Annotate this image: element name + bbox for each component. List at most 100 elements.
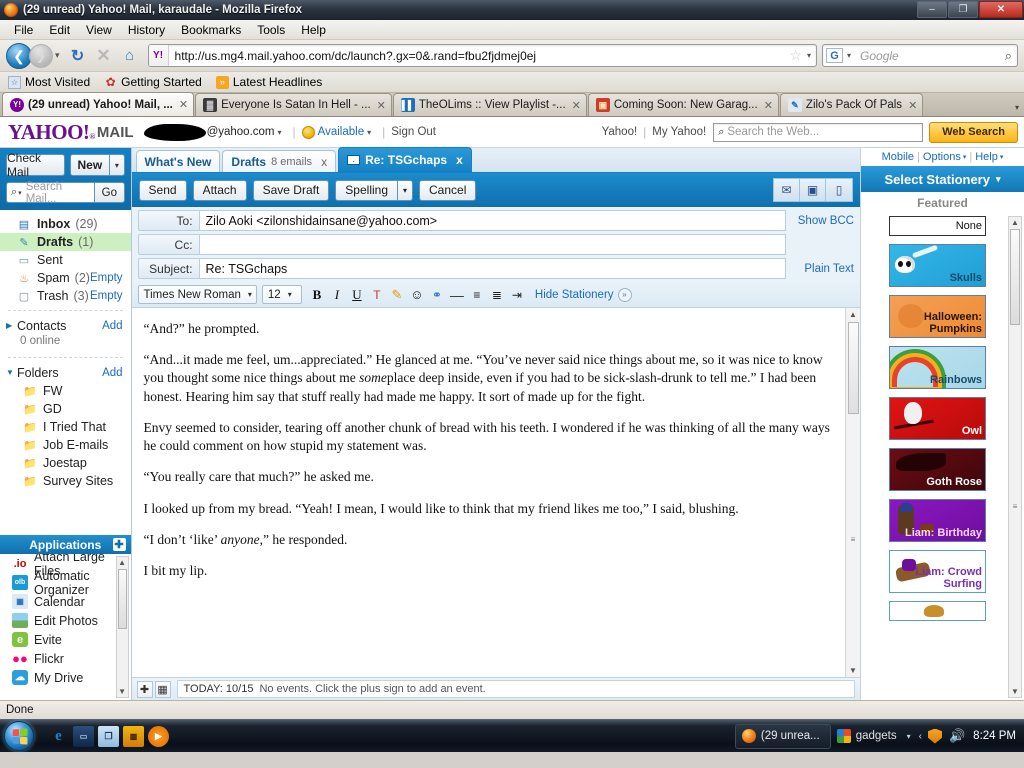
maximize-button[interactable]: ❐ bbox=[948, 1, 978, 18]
sidebar-item-sent[interactable]: ▭ Sent bbox=[0, 251, 131, 269]
chevron-down-icon[interactable]: ▾ bbox=[963, 153, 967, 161]
add-folder-link[interactable]: Add bbox=[102, 367, 122, 379]
sidebar-item-joestap[interactable]: 📁 Joestap bbox=[0, 454, 131, 472]
tab-close-icon[interactable]: x bbox=[321, 155, 327, 169]
taskbar-window-firefox[interactable]: (29 unrea... bbox=[734, 723, 831, 749]
search-engine-caret[interactable]: ▾ bbox=[844, 51, 856, 60]
tab-close-icon[interactable]: ✕ bbox=[572, 99, 581, 112]
app-item-evite[interactable]: e Evite bbox=[0, 630, 131, 649]
browser-search-bar[interactable]: G ▾ Google ⌕ bbox=[822, 44, 1018, 67]
to-input[interactable]: Zilo Aoki <zilonshidainsane@yahoo.com> bbox=[199, 210, 786, 231]
cancel-button[interactable]: Cancel bbox=[419, 179, 477, 201]
stationery-item-liam-crowd-surfing[interactable]: Liam: Crowd Surfing bbox=[889, 550, 986, 593]
browser-tab-coming-soon-garage[interactable]: ▣ Coming Soon: New Garag... ✕ bbox=[587, 93, 779, 116]
stationery-item-liam-birthday[interactable]: Liam: Birthday bbox=[889, 499, 986, 542]
scroll-up-icon[interactable]: ▲ bbox=[1011, 217, 1019, 228]
hide-stationery-button[interactable]: Hide Stationery » bbox=[535, 287, 632, 302]
mobile-text-icon[interactable]: ▯ bbox=[826, 179, 852, 201]
add-application-icon[interactable]: ✚ bbox=[112, 538, 126, 551]
attach-button[interactable]: Attach bbox=[192, 179, 247, 201]
browser-tab-zilos-pack-of-pals[interactable]: ✎ Zilo's Pack Of Pals ✕ bbox=[779, 93, 924, 116]
chevron-down-icon[interactable]: ▾ bbox=[1000, 153, 1004, 161]
indent-icon[interactable]: ⇥ bbox=[507, 285, 527, 305]
sidebar-section-contacts[interactable]: ▶ Contacts Add bbox=[0, 316, 131, 335]
browser-tab-theolims-playlist[interactable]: ▌▌ TheOLims :: View Playlist -... ✕ bbox=[392, 93, 587, 116]
menu-bookmarks[interactable]: Bookmarks bbox=[173, 22, 249, 38]
italic-button[interactable]: I bbox=[327, 285, 347, 305]
sidebar-item-job-emails[interactable]: 📁 Job E-mails bbox=[0, 436, 131, 454]
sidebar-section-folders[interactable]: ▼ Folders Add bbox=[0, 363, 131, 382]
emoticon-icon[interactable]: ☺ bbox=[407, 285, 427, 305]
bookmark-most-visited[interactable]: ☆ Most Visited bbox=[8, 75, 90, 89]
app-item-edit-photos[interactable]: Edit Photos bbox=[0, 611, 131, 630]
bullet-list-icon[interactable]: ≣ bbox=[487, 285, 507, 305]
sidebar-item-i-tried-that[interactable]: 📁 I Tried That bbox=[0, 418, 131, 436]
menu-help[interactable]: Help bbox=[293, 22, 334, 38]
insert-link-icon[interactable]: ⚭ bbox=[427, 285, 447, 305]
close-button[interactable]: ✕ bbox=[979, 1, 1023, 18]
new-dropdown-caret-icon[interactable]: ▾ bbox=[110, 154, 125, 176]
yahoo-logo[interactable]: YAHOO!® bbox=[8, 120, 95, 145]
menu-view[interactable]: View bbox=[78, 22, 120, 38]
body-scrollbar[interactable]: ▲ ≡ ▼ bbox=[845, 308, 860, 677]
sidebar-item-spam[interactable]: ♨ Spam (2) Empty bbox=[0, 269, 131, 287]
sidebar-item-drafts[interactable]: ✎ Drafts (1) bbox=[0, 233, 131, 251]
search-mail-input[interactable]: ⌕ ▾ Search Mail... bbox=[6, 181, 95, 205]
stationery-item-rainbows[interactable]: Rainbows bbox=[889, 346, 986, 389]
web-search-input[interactable]: ⌕ Search the Web... bbox=[713, 122, 924, 142]
add-event-button[interactable]: ✚ bbox=[136, 680, 153, 698]
history-dropdown-caret[interactable]: ▾ bbox=[55, 50, 60, 61]
applications-header[interactable]: Applications ✚ bbox=[0, 535, 131, 554]
media-app-icon[interactable]: ▩ bbox=[123, 725, 144, 747]
show-desktop-icon[interactable]: ▭ bbox=[73, 725, 94, 747]
volume-speaker-icon[interactable]: 🔊 bbox=[949, 728, 965, 744]
forward-arrow-icon[interactable]: ❯ bbox=[29, 43, 53, 68]
scroll-down-icon[interactable]: ▼ bbox=[118, 686, 126, 697]
chevron-right-icon[interactable]: ▶ bbox=[6, 321, 17, 330]
send-button[interactable]: Send bbox=[138, 179, 187, 201]
compose-body-editor[interactable]: “And?” he prompted. “And...it made me fe… bbox=[132, 308, 845, 677]
stop-icon[interactable]: ✕ bbox=[92, 44, 116, 68]
search-options-caret-icon[interactable]: ▾ bbox=[18, 189, 22, 197]
stationery-item-none[interactable]: None bbox=[889, 216, 986, 236]
horizontal-rule-icon[interactable]: — bbox=[447, 285, 467, 305]
stationery-item-goth-rose[interactable]: Goth Rose bbox=[889, 448, 986, 491]
switch-windows-icon[interactable]: ❐ bbox=[98, 725, 119, 747]
text-color-icon[interactable]: T bbox=[367, 285, 387, 305]
stationery-item-owl[interactable]: Owl bbox=[889, 397, 986, 440]
add-contact-link[interactable]: Add bbox=[102, 320, 122, 332]
security-shield-icon[interactable] bbox=[927, 728, 942, 744]
app-item-automatic-organizer[interactable]: olb Automatic Organizer bbox=[0, 569, 131, 597]
menu-file[interactable]: File bbox=[6, 22, 41, 38]
im-notify-icon[interactable]: ▣ bbox=[800, 179, 826, 201]
url-bar[interactable]: Y! http://us.mg4.mail.yahoo.com/dc/launc… bbox=[147, 44, 817, 67]
url-dropdown-caret[interactable]: ▾ bbox=[804, 51, 816, 60]
stationery-item-halloween-pumpkins[interactable]: Halloween: Pumpkins bbox=[889, 295, 986, 338]
cc-input[interactable] bbox=[199, 234, 786, 255]
windows-start-orb[interactable] bbox=[4, 721, 34, 751]
empty-spam-link[interactable]: Empty bbox=[90, 272, 123, 284]
home-icon[interactable]: ⌂ bbox=[118, 44, 142, 68]
menu-edit[interactable]: Edit bbox=[41, 22, 78, 38]
taskbar-clock[interactable]: 8:24 PM bbox=[973, 730, 1020, 742]
empty-trash-link[interactable]: Empty bbox=[90, 290, 123, 302]
bookmark-star-icon[interactable]: ☆ bbox=[787, 47, 804, 64]
sidebar-item-survey-sites[interactable]: 📁 Survey Sites bbox=[0, 472, 131, 490]
save-draft-button[interactable]: Save Draft bbox=[252, 179, 330, 201]
options-link[interactable]: Options bbox=[923, 151, 961, 163]
search-magnifier-icon[interactable]: ⌕ bbox=[1005, 48, 1017, 64]
show-bcc-link[interactable]: Show BCC bbox=[786, 215, 854, 227]
bold-button[interactable]: B bbox=[307, 285, 327, 305]
help-link[interactable]: Help bbox=[975, 151, 998, 163]
spelling-dropdown-caret-icon[interactable]: ▾ bbox=[398, 179, 413, 201]
select-stationery-header[interactable]: Select Stationery ▾ bbox=[861, 166, 1024, 192]
sidebar-item-fw[interactable]: 📁 FW bbox=[0, 382, 131, 400]
underline-button[interactable]: U bbox=[347, 285, 367, 305]
account-dropdown-caret[interactable]: ▾ bbox=[275, 128, 287, 137]
tray-dropdown-caret-icon[interactable]: ▾ bbox=[907, 732, 911, 741]
gadgets-label[interactable]: gadgets bbox=[856, 730, 897, 742]
app-item-my-drive[interactable]: ☁ My Drive bbox=[0, 668, 131, 687]
scroll-up-icon[interactable]: ▲ bbox=[118, 557, 126, 568]
stationery-scrollbar[interactable]: ▲ ≡ ▼ bbox=[1008, 216, 1022, 698]
highlighter-icon[interactable]: ✎ bbox=[387, 285, 407, 305]
